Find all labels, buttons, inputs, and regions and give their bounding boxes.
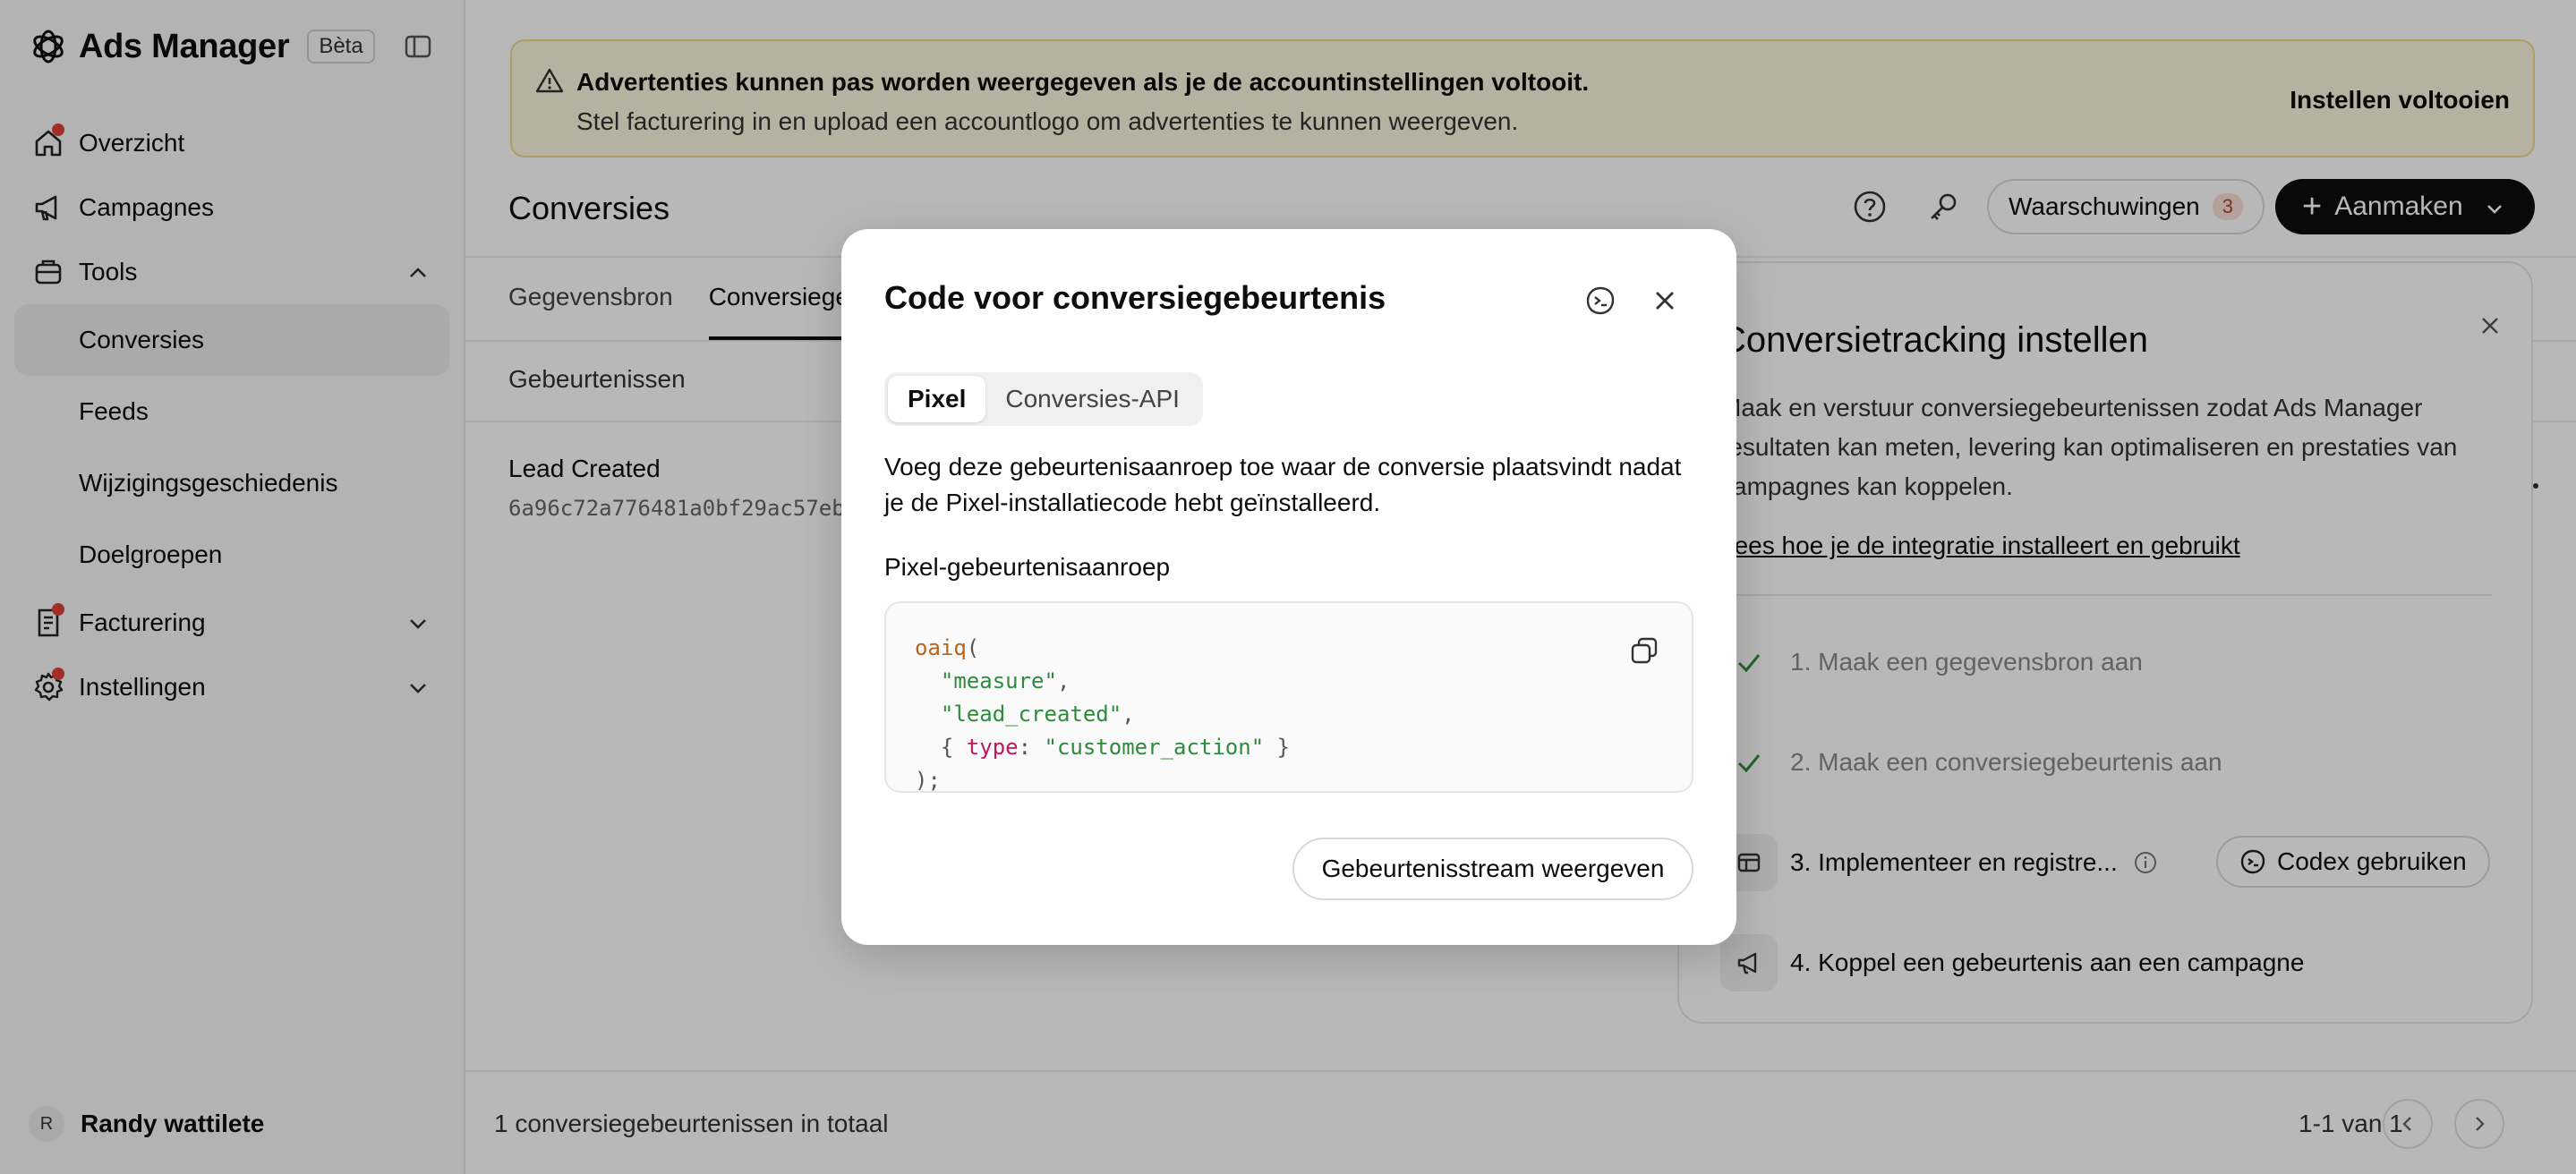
- copy-icon[interactable]: [1629, 635, 1659, 666]
- codex-icon[interactable]: [1584, 285, 1616, 317]
- code-arg: "measure": [940, 668, 1057, 693]
- tab-conversies-api[interactable]: Conversies-API: [985, 376, 1199, 422]
- dialog-title: Code voor conversiegebeurtenis: [884, 279, 1386, 316]
- code-value: "customer_action": [1044, 735, 1265, 760]
- code-block: oaiq( "measure", "lead_created", { type:…: [915, 635, 1291, 793]
- conversion-code-dialog: Code voor conversiegebeurtenis Pixel Con…: [841, 229, 1736, 945]
- code-arg: "lead_created": [940, 702, 1122, 727]
- code-function: oaiq: [915, 635, 967, 660]
- tab-pixel[interactable]: Pixel: [888, 376, 986, 422]
- code-snippet[interactable]: oaiq( "measure", "lead_created", { type:…: [884, 601, 1693, 793]
- close-icon[interactable]: [1651, 286, 1679, 315]
- code-label: Pixel-gebeurtenisaanroep: [884, 553, 1171, 581]
- code-key: type: [966, 735, 1019, 760]
- code-type-switch: Pixel Conversies-API: [884, 372, 1203, 426]
- view-event-stream-button[interactable]: Gebeurtenisstream weergeven: [1292, 838, 1693, 900]
- dialog-description: Voeg deze gebeurtenisaanroep toe waar de…: [884, 453, 1682, 516]
